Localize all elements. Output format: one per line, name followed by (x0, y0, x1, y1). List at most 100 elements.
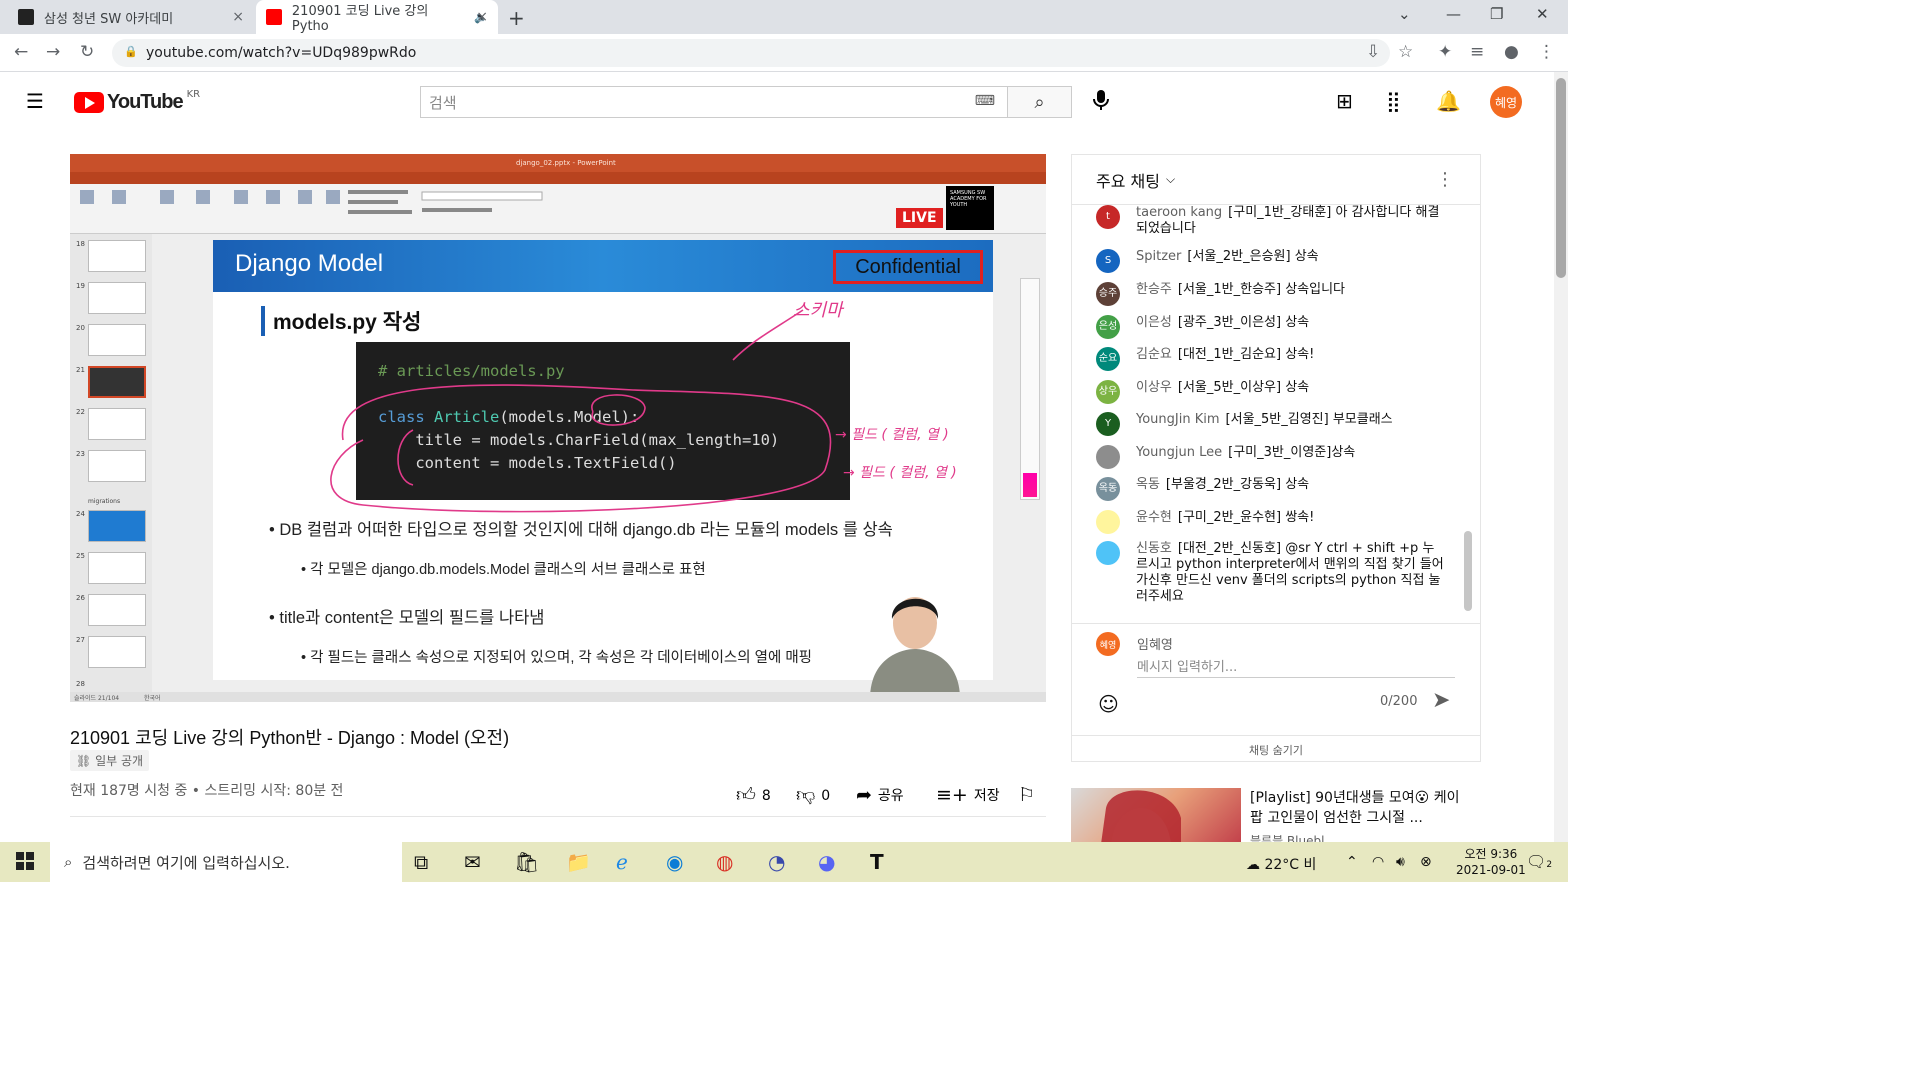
browser-tab-samsung[interactable]: 삼성 청년 SW 아카데미 × (8, 0, 254, 34)
chat-avatar[interactable]: S (1096, 249, 1120, 273)
chat-avatar[interactable]: 옥동 (1096, 477, 1120, 501)
slide-thumbnail[interactable] (88, 282, 146, 314)
video-player[interactable]: django_02.pptx - PowerPoint 18 19 20 21 … (70, 154, 1046, 702)
close-tab-icon[interactable]: × (232, 9, 244, 25)
extensions-icon[interactable]: ✦ (1438, 42, 1452, 62)
chat-message-input[interactable]: 메시지 입력하기... (1137, 656, 1455, 678)
chat-avatar[interactable]: 승주 (1096, 282, 1120, 306)
reload-icon[interactable]: ↻ (80, 42, 94, 62)
minimize-icon[interactable]: — (1446, 5, 1461, 23)
slide-thumbnail[interactable] (88, 636, 146, 668)
apps-grid-icon[interactable]: ⣿ (1386, 89, 1401, 113)
tab-search-icon[interactable]: ⌄ (1398, 5, 1411, 23)
maximize-icon[interactable]: ❐ (1490, 5, 1503, 23)
scrollbar-thumb[interactable] (1556, 78, 1566, 278)
chat-avatar[interactable] (1096, 445, 1120, 469)
edge-icon[interactable]: ◉ (666, 850, 683, 874)
save-label: 저장 (973, 788, 1000, 804)
chat-author: Youngjun Lee (1136, 445, 1223, 460)
chat-mode-label: 주요 채팅 (1096, 171, 1160, 191)
page-scrollbar[interactable] (1554, 72, 1568, 842)
chat-avatar[interactable]: Y (1096, 412, 1120, 436)
weather-widget[interactable]: ☁ 22°C 비 (1246, 854, 1316, 874)
task-view-icon[interactable]: ⧉ (414, 850, 428, 874)
more-options-icon[interactable]: ⋮ (1436, 169, 1454, 190)
internet-explorer-icon[interactable]: ℯ (616, 850, 628, 874)
discord-icon[interactable]: ◕ (818, 850, 835, 874)
profile-icon[interactable]: ● (1504, 42, 1519, 62)
chat-avatar[interactable]: 상우 (1096, 380, 1120, 404)
dislike-button[interactable]: 👎︎ 0 (796, 784, 830, 807)
chat-avatar[interactable] (1096, 510, 1120, 534)
report-button[interactable]: ⚐ (1018, 784, 1035, 806)
slide-thumbnail[interactable] (88, 408, 146, 440)
hide-chat-button[interactable]: 채팅 숨기기 (1072, 735, 1480, 763)
hamburger-menu-icon[interactable]: ☰ (26, 89, 44, 113)
chat-text: [대전_2반_신동호] @sr Y ctrl + shift +p 누르시고 p… (1136, 541, 1444, 604)
taskbar-search-input[interactable]: ⌕ 검색하려면 여기에 입력하십시오. (50, 842, 402, 882)
ppt-titlebar: django_02.pptx - PowerPoint (70, 154, 1046, 184)
store-icon[interactable]: 🛍 (514, 850, 539, 874)
app-icon[interactable]: ◔ (768, 850, 785, 874)
chat-header[interactable]: 주요 채팅 ⌵ ⋮ (1072, 155, 1480, 205)
tray-chevron-up-icon[interactable]: ⌃ (1346, 854, 1358, 870)
slide-thumbnail-selected[interactable] (88, 366, 146, 398)
chat-text: [서울_5반_이상우] 상속 (1177, 380, 1310, 395)
taskbar-search-placeholder: 검색하려면 여기에 입력하십시오. (82, 853, 290, 872)
mail-icon[interactable]: ✉ (464, 850, 481, 874)
lock-icon[interactable]: 🔒 (124, 45, 138, 58)
flag-icon: ⚐ (1018, 784, 1036, 806)
youtube-logo[interactable]: YouTube KR (74, 89, 200, 114)
back-icon[interactable]: ← (14, 42, 28, 62)
pen-color-swatch[interactable] (1023, 473, 1037, 497)
slide-thumbnail[interactable] (88, 594, 146, 626)
chat-author: 한승주 (1136, 282, 1172, 297)
chat-message: 승주 한승주 [서울_1반_한승주] 상속입니다 (1096, 282, 1446, 306)
windows-start-icon[interactable] (16, 851, 34, 875)
notifications-bell-icon[interactable]: 🔔 (1436, 89, 1461, 113)
reading-list-icon[interactable]: ≡ (1470, 42, 1484, 62)
share-button[interactable]: ➦ 공유 (856, 784, 904, 806)
install-icon[interactable]: ⇩ (1366, 42, 1380, 62)
microphone-icon[interactable] (1092, 89, 1110, 111)
browser-tab-youtube[interactable]: 210901 코딩 Live 강의 Pytho 🔈 × (256, 0, 498, 34)
chrome-icon[interactable]: ◍ (716, 850, 733, 874)
wifi-icon[interactable]: ◠ (1372, 854, 1384, 870)
slide-thumbnail[interactable] (88, 552, 146, 584)
slide-thumbnail[interactable] (88, 510, 146, 542)
bookmark-star-icon[interactable]: ☆ (1398, 42, 1413, 62)
recommended-thumbnail[interactable] (1071, 788, 1241, 844)
user-avatar[interactable]: 혜영 (1490, 86, 1522, 118)
notification-center-icon[interactable]: 🗨2 (1526, 852, 1552, 871)
file-explorer-icon[interactable]: 📁 (566, 850, 591, 874)
recommended-title[interactable]: [Playlist] 90년대생들 모여😮 케이팝 고인물이 엄선한 그시절 .… (1250, 788, 1470, 828)
new-tab-button[interactable]: + (508, 6, 525, 30)
keyboard-icon[interactable]: ⌨ (975, 93, 995, 109)
system-clock[interactable]: 오전 9:36 2021-09-01 (1456, 846, 1526, 878)
slide-thumbnail[interactable] (88, 240, 146, 272)
ppt-filename: django_02.pptx - PowerPoint (516, 159, 616, 167)
address-bar[interactable]: 🔒 youtube.com/watch?v=UDq989pwRdo (112, 39, 1390, 67)
like-button[interactable]: 👍︎ 8 (736, 784, 771, 807)
ime-icon[interactable]: ⊗ (1420, 854, 1432, 870)
search-input[interactable]: 검색 ⌨ (420, 86, 1008, 118)
chat-avatar[interactable]: 순요 (1096, 347, 1120, 371)
slide-number: 25 (76, 552, 85, 560)
slide-thumbnail[interactable] (88, 450, 146, 482)
chat-avatar[interactable]: 은성 (1096, 315, 1120, 339)
forward-icon[interactable]: → (46, 42, 60, 62)
search-button[interactable]: ⌕ (1008, 86, 1072, 118)
create-video-icon[interactable]: ⊞ (1336, 89, 1353, 113)
volume-icon[interactable]: 🔊︎ (1396, 854, 1405, 870)
typora-icon[interactable]: T (870, 850, 884, 874)
save-button[interactable]: ≡+ 저장 (936, 784, 1000, 806)
close-tab-icon[interactable]: × (476, 9, 488, 25)
chat-avatar[interactable]: t (1096, 205, 1120, 229)
chat-scrollbar[interactable] (1464, 531, 1472, 611)
emoji-icon[interactable]: ☺ (1098, 692, 1119, 716)
close-window-icon[interactable]: ✕ (1536, 5, 1549, 23)
send-icon[interactable]: ➤ (1432, 688, 1450, 713)
chat-avatar[interactable] (1096, 541, 1120, 565)
browser-menu-icon[interactable]: ⋮ (1538, 42, 1555, 62)
slide-thumbnail[interactable] (88, 324, 146, 356)
